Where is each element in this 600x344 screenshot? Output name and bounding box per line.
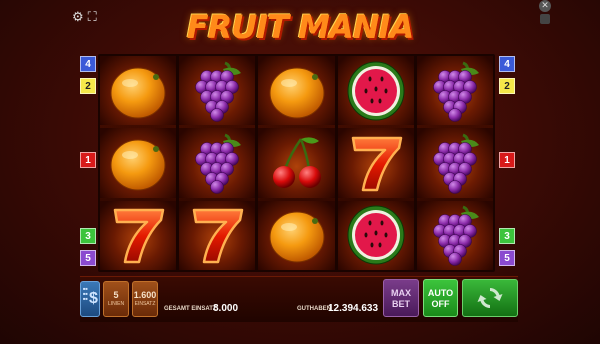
orange-icon xyxy=(269,67,324,119)
seven-icon xyxy=(351,136,402,192)
lines-button[interactable]: 5 LINIEN xyxy=(103,281,129,317)
stake-value: 1.600 xyxy=(133,290,157,300)
orange-icon xyxy=(269,211,324,263)
balance-label: GUTHABEN xyxy=(297,306,331,312)
grapes-icon xyxy=(433,61,479,122)
payline-2-left[interactable]: 2 xyxy=(80,78,96,94)
watermelon-icon xyxy=(347,61,405,121)
stake-label: EINSATZ xyxy=(134,301,156,307)
reel-5 xyxy=(416,56,494,270)
game-title: FRUIT MANIA xyxy=(186,8,414,46)
grapes-icon xyxy=(433,205,479,267)
reel-board xyxy=(98,54,495,272)
payline-1-left[interactable]: 1 xyxy=(80,152,96,168)
grapes-symbol xyxy=(416,56,494,126)
reel-3 xyxy=(258,56,335,270)
bet-settings-marks: ■■ ■■ ■■ xyxy=(83,286,88,301)
autoplay-line1: AUTO xyxy=(427,288,454,298)
max-bet-button[interactable]: MAX BET xyxy=(383,279,419,317)
currency-icon: $ xyxy=(89,290,98,307)
lines-value: 5 xyxy=(113,290,119,300)
seven-symbol xyxy=(337,128,414,198)
payline-3-left[interactable]: 3 xyxy=(80,228,96,244)
seven-icon xyxy=(113,209,165,264)
orange-icon xyxy=(110,67,166,119)
reel-4 xyxy=(337,56,414,270)
reel-2 xyxy=(179,56,256,270)
seven-symbol xyxy=(179,200,256,270)
grapes-symbol xyxy=(179,56,256,126)
grapes-symbol xyxy=(416,200,494,270)
max-bet-line2: BET xyxy=(392,299,410,309)
seven-icon xyxy=(193,209,244,264)
grapes-icon xyxy=(195,61,242,122)
orange-icon xyxy=(110,139,166,191)
lines-label: LINIEN xyxy=(107,301,125,307)
payline-5-right[interactable]: 5 xyxy=(499,250,515,266)
orange-symbol xyxy=(100,128,177,198)
bet-settings-button[interactable]: ■■ ■■ ■■ $ xyxy=(80,281,100,317)
grapes-icon xyxy=(433,133,479,194)
total-bet-value: 8.000 xyxy=(213,303,239,314)
watermelon-icon xyxy=(347,205,405,265)
orange-symbol xyxy=(258,56,335,126)
payline-5-left[interactable]: 5 xyxy=(80,250,96,266)
total-bet-label: GESAMT EINSATZ xyxy=(164,306,217,312)
seven-symbol xyxy=(100,200,177,270)
watermelon-symbol xyxy=(337,56,414,126)
grapes-symbol xyxy=(179,128,256,198)
spin-icon xyxy=(477,288,503,308)
orange-symbol xyxy=(100,56,177,126)
cherries-symbol xyxy=(258,128,335,198)
cherries-icon xyxy=(272,137,321,188)
autoplay-button[interactable]: AUTO OFF xyxy=(423,279,458,317)
payline-1-right[interactable]: 1 xyxy=(499,152,515,168)
payline-indicators-right: 4 2 1 3 5 xyxy=(499,56,515,270)
reel-1 xyxy=(100,56,177,270)
payline-3-right[interactable]: 3 xyxy=(499,228,515,244)
stake-button[interactable]: 1.600 EINSATZ xyxy=(132,281,158,317)
autoplay-line2: OFF xyxy=(431,299,450,309)
payline-2-right[interactable]: 2 xyxy=(499,78,515,94)
watermelon-symbol xyxy=(337,200,414,270)
payline-4-left[interactable]: 4 xyxy=(80,56,96,72)
grapes-symbol xyxy=(416,128,494,198)
max-bet-line1: MAX xyxy=(391,288,411,298)
payline-indicators-left: 4 2 1 3 5 xyxy=(80,56,96,270)
payline-4-right[interactable]: 4 xyxy=(499,56,515,72)
grapes-icon xyxy=(195,133,242,194)
orange-symbol xyxy=(258,200,335,270)
spin-button[interactable] xyxy=(462,279,518,317)
balance-value: 12.394.633 xyxy=(328,303,379,314)
